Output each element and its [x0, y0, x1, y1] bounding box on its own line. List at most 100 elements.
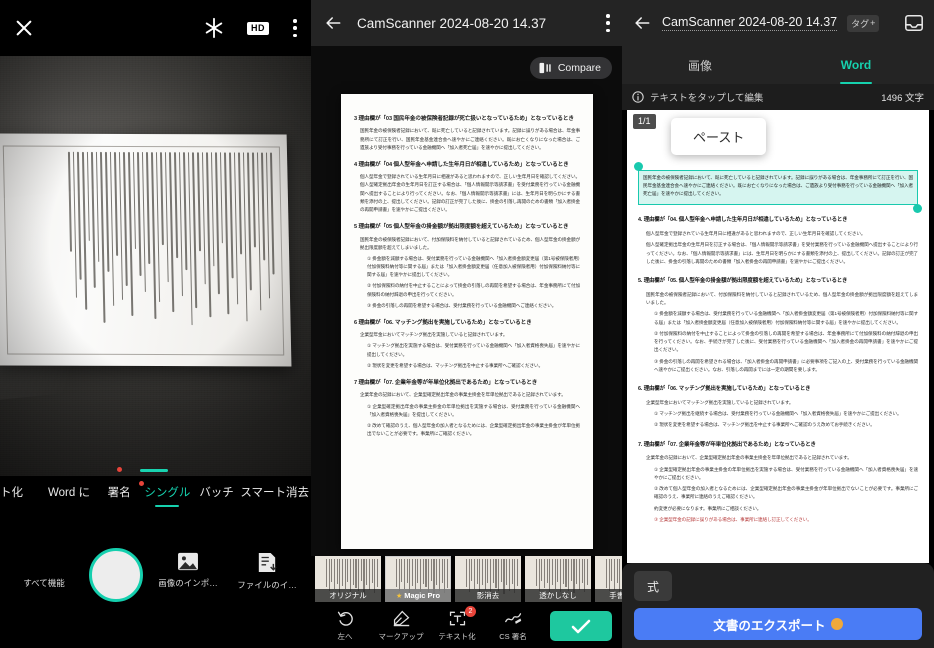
tab-image[interactable]: 画像: [622, 46, 778, 84]
doc-paragraph[interactable]: ② 現状を変更を希望する場合は、マッチング拠出を中止する事業所へご確認のうえ改め…: [654, 421, 918, 429]
flash-off-icon[interactable]: [203, 17, 225, 39]
doc-paragraph[interactable]: 個人型確定拠出年金の生年月日を訂正する場合は、「個人情報開示等請求書」を受付業務…: [646, 241, 918, 266]
image-import-icon: [178, 552, 198, 571]
tool-label: CS 署名: [499, 632, 527, 641]
ocr-badge-count: 2: [465, 606, 476, 617]
doc-heading[interactable]: 6. 理由欄が「06. マッチング拠出を実施しているため」となっているとき: [638, 385, 918, 394]
markup-button[interactable]: マークアップ: [373, 610, 429, 642]
word-tab-bar: 画像 Word: [622, 46, 934, 84]
export-label: 文書のエクスポート: [713, 618, 826, 633]
doc-paragraph: 国民年金の被保険者記録において、既に死亡していると記録されています。記録に誤りが…: [360, 128, 580, 150]
doc-paragraph[interactable]: ② 付加保険料の納付を中止することによって掛金の引落しの再開を希望する場合は、年…: [654, 330, 918, 355]
filter-label-container: ★ Magic Pro: [385, 589, 451, 602]
compare-label: Compare: [557, 62, 601, 74]
page-indicator: 1/1: [633, 114, 656, 129]
tag-label: タグ: [851, 18, 870, 29]
file-import-icon: [258, 552, 277, 573]
camera-mode-label: 署名: [107, 487, 131, 499]
camera-mode-smart-erase[interactable]: スマート消去: [238, 484, 311, 500]
detection-indicator-dash: [140, 469, 168, 472]
doc-paragraph[interactable]: ① 掛金額を減額する場合は、受付業務を行っている金融機関へ「加入者掛金額変更届（…: [654, 310, 918, 327]
tab-word[interactable]: Word: [778, 46, 934, 84]
filter-thumb-original[interactable]: オリジナル: [315, 556, 381, 602]
overflow-menu-icon[interactable]: [606, 14, 610, 32]
ocr-text-button[interactable]: 2 テキスト化: [429, 606, 485, 642]
import-file-button[interactable]: ファイルのイ…: [233, 552, 301, 591]
word-topbar: CamScanner 2024-08-20 14.37 タグ +: [622, 0, 934, 46]
ocr-text-icon: [449, 611, 465, 626]
confirm-button[interactable]: [550, 611, 612, 641]
camera-topbar: HD: [0, 0, 311, 56]
doc-heading[interactable]: 7. 理由欄が「07. 企業年金等が年単位化拠出であるため」となっているとき: [638, 441, 918, 450]
star-icon: ★: [395, 592, 403, 600]
camera-mode-single[interactable]: シングル: [140, 484, 195, 507]
camera-mode-label: スマート消去: [240, 487, 309, 499]
back-arrow-icon[interactable]: [323, 13, 343, 33]
overflow-menu-icon[interactable]: [293, 19, 297, 37]
selected-text-region[interactable]: 国民年金の被保険者記録において、既に死亡していると記録されています。記録に誤りが…: [634, 161, 922, 214]
doc-paragraph[interactable]: 個人型年金で登録されている生年月日に相違があると思われますので、正しい生年月日を…: [646, 230, 918, 238]
compare-button[interactable]: Compare: [529, 57, 612, 79]
doc-paragraph[interactable]: ② 改めて個人型年金の加入者となるためには、企業型確定拠出年金の事業主掛金が年単…: [654, 485, 918, 502]
filter-thumb-no-handwriting[interactable]: 手書きな…: [595, 556, 622, 602]
doc-heading[interactable]: 5. 理由欄が「05. 個人型年金の掛金額が拠出限度額を超えているため」となって…: [638, 277, 918, 286]
doc-paragraph: ① マッチング拠出を実施する場合は、受付業務を行っている金融機関へ「加入者資格喪…: [367, 343, 580, 357]
camera-mode-text[interactable]: ト化: [0, 484, 40, 500]
edit-hint-bar: テキストをタップして編集 1496 文字: [622, 84, 934, 110]
paste-popup-button[interactable]: ペースト: [671, 118, 767, 155]
camera-preview[interactable]: [0, 56, 311, 476]
scanned-document-preview[interactable]: 3 理由欄が「03 国民年金の被保険者記録が死亡扱いとなっているため」となってい…: [341, 94, 593, 549]
word-title[interactable]: CamScanner 2024-08-20 14.37: [662, 15, 838, 31]
camera-action-bar: すべて機能 画像のインポ… ファイルのイ…: [0, 508, 311, 648]
camera-mode-signature[interactable]: 署名: [98, 481, 144, 500]
hd-badge[interactable]: HD: [247, 21, 269, 35]
filter-filmstrip: オリジナル ★ Magic Pro 影消去 透かしなし 手書: [311, 556, 622, 604]
doc-paragraph: ② 改めて確認のうえ、個人型年金の加入者となるためには、企業型確定拠出年金の事業…: [367, 422, 580, 437]
doc-paragraph: ① 企業型確定拠出年金の事業主掛金の年単位拠出を実施する場合は、受付業務を行って…: [367, 403, 580, 417]
doc-paragraph: 企業年金の記録において、企業型確定拠出年金の事業主掛金を年単位拠出であると記録さ…: [360, 392, 566, 398]
doc-paragraph: 国民年金の被保険者記録において、付加保険料を納付していると記録されているため、個…: [360, 236, 580, 250]
cs-signature-button[interactable]: CS 署名: [485, 610, 541, 642]
doc-paragraph[interactable]: 国民年金の被保険者記録において、付加保険料を納付していると記録されているため、個…: [646, 291, 918, 308]
shutter-button[interactable]: [89, 548, 143, 602]
filter-thumb-no-watermark[interactable]: 透かしなし: [525, 556, 591, 602]
filter-thumb-magic-pro[interactable]: ★ Magic Pro: [385, 556, 451, 602]
recording-indicator-dot: [117, 467, 122, 472]
filter-label: 影消去: [455, 589, 521, 602]
camera-mode-batch[interactable]: バッチ: [195, 484, 239, 500]
selection-handle-start[interactable]: [634, 161, 643, 171]
save-to-inbox-icon[interactable]: [904, 13, 924, 33]
doc-heading: 6 理由欄が「06. マッチング拠出を実施しているため」となっているとき: [354, 319, 532, 326]
close-icon[interactable]: [14, 18, 34, 38]
camera-mode-word[interactable]: Word に: [40, 484, 99, 500]
ocr-text-page[interactable]: 1/1 ペースト 国民年金の被保険者記録において、既に死亡していると記録されてい…: [627, 110, 929, 563]
doc-paragraph: 企業型年金においてマッチング拠出を実施していると記録されています。: [360, 332, 508, 338]
active-mode-underline: [155, 504, 180, 507]
back-arrow-icon[interactable]: [632, 13, 652, 33]
filter-label: 透かしなし: [525, 589, 591, 602]
formula-button[interactable]: 式: [634, 571, 672, 601]
export-document-button[interactable]: 文書のエクスポート: [634, 608, 922, 640]
compare-icon: [539, 62, 551, 74]
doc-paragraph[interactable]: ① マッチング拠出を継続する場合は、受付業務を行っている金融機関へ「加入者資格喪…: [654, 410, 918, 418]
filter-label: Magic Pro: [404, 591, 441, 600]
add-tag-button[interactable]: タグ +: [847, 14, 880, 32]
doc-paragraph-highlight[interactable]: ③ 企業型年金の記録に誤りがある場合は、事業所に連絡し訂正してください。: [654, 516, 918, 524]
import-image-button[interactable]: 画像のインポ…: [154, 552, 222, 589]
word-bottom-bar: 式 文書のエクスポート: [622, 563, 934, 648]
tool-label: マークアップ: [378, 632, 424, 641]
all-features-label: すべて機能: [23, 578, 65, 588]
doc-paragraph[interactable]: 企業年金の記録において、企業型確定拠出年金の事業主掛金を年単位拠出であると記録さ…: [646, 454, 918, 462]
doc-paragraph[interactable]: 企業型年金においてマッチング拠出を実施していると記録されています。: [646, 399, 918, 407]
filter-thumb-shadow-remove[interactable]: 影消去: [455, 556, 521, 602]
all-features-button[interactable]: すべて機能: [10, 552, 78, 589]
selection-handle-end[interactable]: [913, 204, 922, 214]
doc-paragraph: 個人型年金で登録されている生年月日に相違があると思われますので、正しい生年月日を…: [360, 174, 580, 212]
doc-paragraph[interactable]: 約変更が必要になります。事業所にご相談ください。: [654, 505, 918, 513]
rotate-left-button[interactable]: 左へ: [317, 610, 373, 642]
doc-paragraph[interactable]: ① 企業型確定拠出年金の事業主掛金の年単位拠出を実施する場合は、受付業務を行って…: [654, 466, 918, 483]
doc-paragraph[interactable]: ③ 掛金の引落しの再開を希望される場合は、「加入者掛金の再開申請書」に必要事項を…: [654, 358, 918, 375]
doc-heading[interactable]: 4. 理由欄が「04. 個人型年金へ申請した生年月日が相違しているため」となって…: [638, 216, 918, 225]
doc-paragraph: ① 掛金額を減額する場合は、受付業務を行っている金融機関へ「加入者掛金額変更届（…: [367, 255, 580, 278]
preview-vignette: [0, 56, 311, 476]
